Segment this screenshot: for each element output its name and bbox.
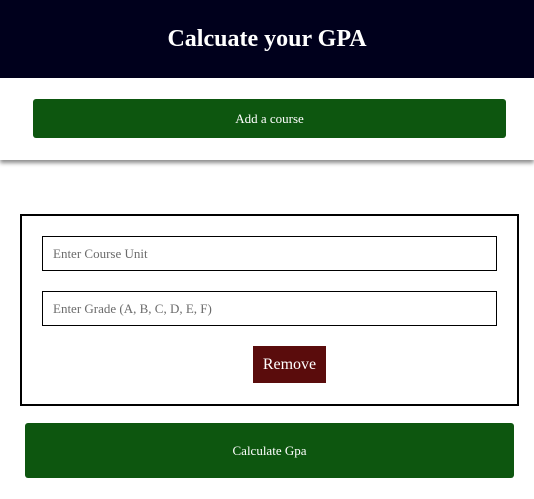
page-title: Calcuate your GPA [167, 25, 367, 52]
course-grade-input[interactable] [42, 291, 497, 326]
add-course-button[interactable]: Add a course [33, 99, 506, 138]
calculate-gpa-button[interactable]: Calculate Gpa [25, 423, 514, 478]
remove-course-button[interactable]: Remove [253, 346, 326, 383]
course-unit-input[interactable] [42, 236, 497, 271]
page-header: Calcuate your GPA [0, 0, 534, 78]
course-card: Remove [20, 214, 519, 406]
add-course-panel: Add a course [0, 78, 534, 160]
